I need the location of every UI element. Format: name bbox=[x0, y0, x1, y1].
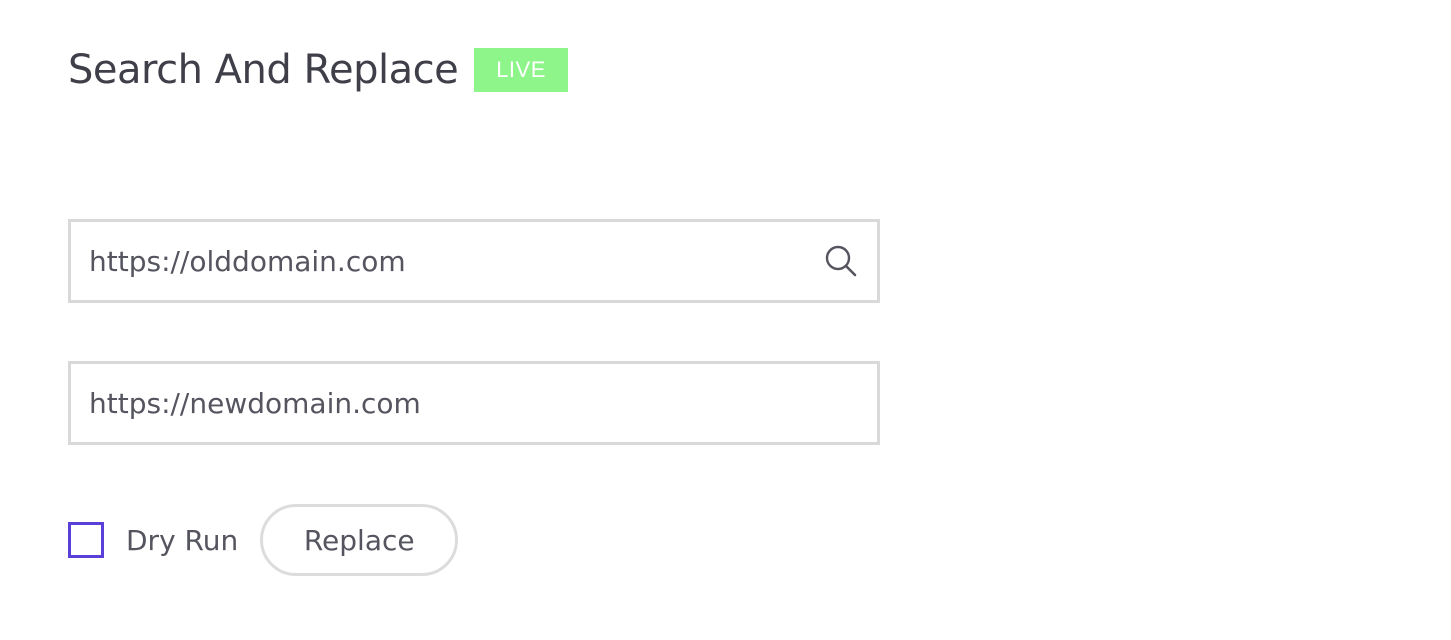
search-replace-panel: Search And Replace LIVE Dry Run Replace bbox=[68, 0, 888, 640]
dry-run-option[interactable]: Dry Run bbox=[68, 522, 238, 558]
search-input[interactable] bbox=[71, 222, 821, 300]
replace-button[interactable]: Replace bbox=[260, 504, 459, 576]
replace-input[interactable] bbox=[71, 364, 877, 442]
search-icon-glyph bbox=[825, 245, 857, 277]
header: Search And Replace LIVE bbox=[68, 44, 568, 96]
page-title: Search And Replace bbox=[68, 47, 459, 93]
search-field bbox=[68, 219, 880, 303]
live-badge: LIVE bbox=[474, 48, 568, 92]
controls-row: Dry Run Replace bbox=[68, 504, 459, 576]
replace-field bbox=[68, 361, 880, 445]
search-icon[interactable] bbox=[821, 241, 861, 281]
dry-run-checkbox[interactable] bbox=[68, 522, 104, 558]
dry-run-label: Dry Run bbox=[126, 523, 239, 557]
